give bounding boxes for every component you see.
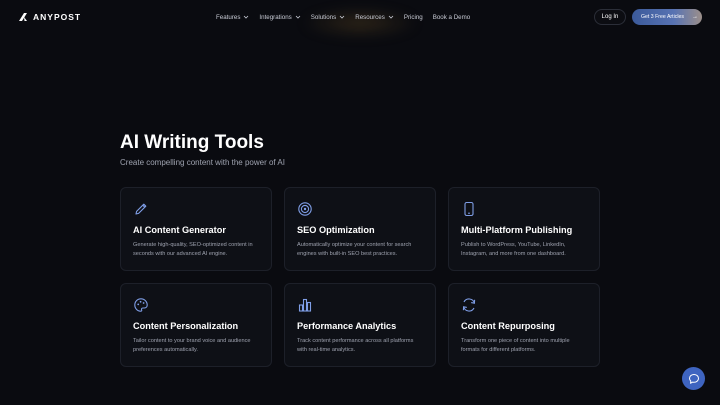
feature-card[interactable]: SEO Optimization Automatically optimize …: [284, 187, 436, 271]
feature-card[interactable]: AI Content Generator Generate high-quali…: [120, 187, 272, 271]
feature-description: Tailor content to your brand voice and a…: [133, 338, 251, 353]
menu-item-solutions[interactable]: Solutions: [311, 14, 345, 21]
feature-description: Automatically optimize your content for …: [297, 242, 412, 257]
menu-item-label: Solutions: [310, 13, 337, 21]
menu-item-book-demo[interactable]: Book a Demo: [433, 14, 471, 21]
menu-item-label: Pricing: [403, 13, 423, 21]
feature-title: Performance Analytics: [297, 321, 397, 331]
page-title: AI Writing Tools: [120, 132, 264, 153]
menu-item-label: Features: [216, 13, 241, 21]
chevron-down-icon: [388, 15, 394, 19]
feature-title: Content Personalization: [133, 321, 239, 331]
get-free-articles-button[interactable]: Get 3 Free Articles →: [632, 9, 702, 25]
page-subtitle: Create compelling content with the power…: [120, 158, 285, 167]
refresh-icon: [462, 298, 476, 312]
feature-description: Publish to WordPress, YouTube, LinkedIn,…: [461, 242, 566, 257]
mobile-icon: [464, 201, 474, 217]
menu-item-label: Book a Demo: [432, 13, 471, 21]
logo[interactable]: ANYPOST: [18, 12, 81, 22]
feature-title: AI Content Generator: [133, 225, 226, 235]
logo-text: ANYPOST: [33, 12, 82, 22]
target-icon: [298, 202, 312, 216]
help-chat-button[interactable]: [682, 367, 705, 390]
feature-title: SEO Optimization: [297, 225, 375, 235]
bar-chart-icon: [298, 298, 312, 312]
feature-title: Multi-Platform Publishing: [461, 225, 573, 235]
menu-item-resources[interactable]: Resources: [355, 14, 394, 21]
chevron-down-icon: [339, 15, 345, 19]
menu-item-integrations[interactable]: Integrations: [259, 13, 301, 21]
feature-title: Content Repurposing: [461, 321, 555, 331]
feature-card[interactable]: Performance Analytics Track content perf…: [284, 283, 436, 367]
arrow-right-icon: →: [691, 14, 698, 20]
palette-icon: [134, 298, 148, 312]
feature-description: Transform one piece of content into mult…: [461, 338, 570, 353]
cta-label: Get 3 Free Articles: [641, 14, 684, 20]
menu-item-label: Resources: [355, 13, 385, 21]
menu-item-features[interactable]: Features: [216, 14, 249, 21]
menu-item-label: Integrations: [259, 13, 292, 21]
features-grid: AI Content Generator Generate high-quali…: [120, 187, 600, 367]
feature-description: Track content performance across all pla…: [297, 338, 414, 353]
feature-card[interactable]: Content Repurposing Transform one piece …: [448, 283, 600, 367]
pencil-icon: [135, 203, 147, 215]
login-button[interactable]: Log In: [594, 9, 626, 25]
menu-item-pricing[interactable]: Pricing: [404, 14, 423, 21]
feature-card[interactable]: Multi-Platform Publishing Publish to Wor…: [448, 187, 600, 271]
feature-description: Generate high-quality, SEO-optimized con…: [133, 242, 253, 257]
chat-bubble-icon: [688, 373, 699, 384]
logo-mark-icon: [19, 13, 27, 21]
chevron-down-icon: [295, 15, 301, 19]
chevron-down-icon: [244, 15, 249, 19]
main-menu: Features Integrations Solutions Resource…: [216, 0, 470, 34]
feature-card[interactable]: Content Personalization Tailor content t…: [120, 283, 272, 367]
